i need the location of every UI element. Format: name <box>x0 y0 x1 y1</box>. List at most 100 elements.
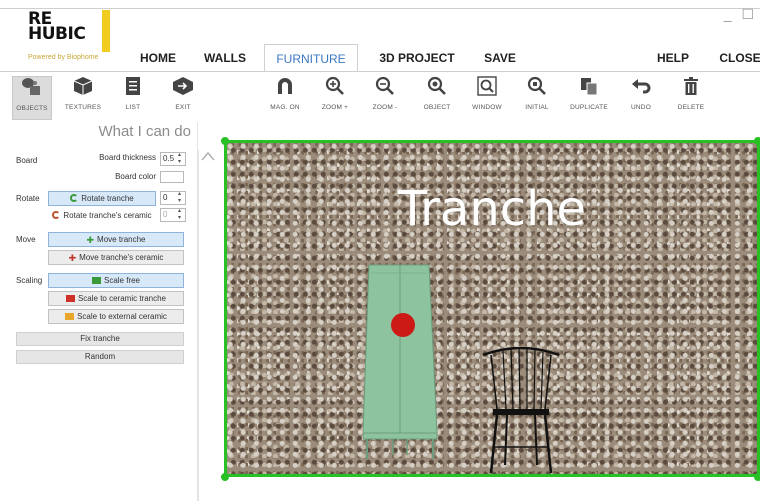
rotate-ceramic-button[interactable]: Rotate tranche's ceramic <box>48 208 156 223</box>
textures-icon <box>60 76 106 104</box>
tool-zoom-window-label: WINDOW <box>472 104 502 111</box>
scale-ceramic-icon <box>65 295 75 302</box>
cabinet-object[interactable] <box>362 263 449 468</box>
tool-zoom-window[interactable]: WINDOW <box>464 76 510 120</box>
tool-duplicate-label: DUPLICATE <box>570 104 608 111</box>
move-icon: ✚ <box>86 235 95 245</box>
marker-icon <box>391 313 415 337</box>
tool-list[interactable]: LIST <box>110 76 156 120</box>
exit-icon <box>160 76 206 104</box>
scale-external-label: Scale to external ceramic <box>77 312 167 321</box>
move-tranche-button[interactable]: ✚ Move tranche <box>48 232 184 247</box>
menu-close[interactable]: CLOSE <box>714 44 760 72</box>
trash-icon <box>668 76 714 104</box>
duplicate-icon <box>566 76 612 104</box>
scale-external-button[interactable]: Scale to external ceramic <box>48 309 184 324</box>
rotate-ceramic-icon <box>52 211 61 219</box>
menu-3d-project[interactable]: 3D PROJECT <box>374 44 460 72</box>
logo-line-2: HUBIC <box>28 24 86 44</box>
fix-tranche-button[interactable]: Fix tranche <box>16 332 184 346</box>
tool-objects-label: OBJECTS <box>16 105 48 112</box>
move-tranche-label: Move tranche <box>97 235 146 244</box>
scroll-up-icon[interactable] <box>201 150 215 164</box>
zoom-object-icon <box>414 76 460 104</box>
list-icon <box>110 76 156 104</box>
rotate-ceramic-label: Rotate tranche's ceramic <box>63 211 152 220</box>
rotate-icon <box>70 194 79 202</box>
scaling-section-label: Scaling <box>16 276 43 285</box>
properties-panel: What I can do Board Board thickness 0.5 … <box>10 122 198 501</box>
tool-textures[interactable]: TEXTURES <box>60 76 106 120</box>
rotate-tranche-button[interactable]: Rotate tranche <box>48 191 156 206</box>
tool-zoom-in-label: ZOOM + <box>321 104 349 111</box>
tool-zoom-in[interactable]: ZOOM + <box>312 76 358 120</box>
menu-save[interactable]: SAVE <box>474 44 526 72</box>
resize-handle-top-right[interactable] <box>754 137 760 145</box>
zoom-window-icon <box>464 76 510 104</box>
tool-exit[interactable]: EXIT <box>160 76 206 120</box>
tool-zoom-initial-label: INITIAL <box>525 104 549 111</box>
undo-icon <box>618 76 664 104</box>
zoom-initial-icon <box>514 76 560 104</box>
tool-undo-label: UNDO <box>631 104 651 111</box>
tool-objects[interactable]: OBJECTS <box>12 76 52 120</box>
scale-external-icon <box>65 313 75 320</box>
scale-free-button[interactable]: Scale free <box>48 273 184 288</box>
menu-help[interactable]: HELP <box>650 44 696 72</box>
board-section-label: Board <box>16 156 38 165</box>
main-menu: HOME WALLS FURNITURE 3D PROJECT SAVE HEL… <box>0 44 760 72</box>
menu-walls[interactable]: WALLS <box>196 44 254 72</box>
zoom-in-icon <box>312 76 358 104</box>
tool-zoom-object-label: OBJECT <box>423 104 451 111</box>
tool-zoom-object[interactable]: OBJECT <box>414 76 460 120</box>
tool-exit-label: EXIT <box>175 104 191 111</box>
rotate-ceramic-stepper[interactable]: 0 <box>160 208 186 222</box>
chair-object[interactable] <box>479 346 563 480</box>
app-window: RE HUBIC Powered by Biophome _ ☐ HOME WA… <box>0 0 760 501</box>
objects-icon <box>13 77 51 105</box>
resize-handle-bottom-right[interactable] <box>754 473 760 481</box>
rotate-tranche-stepper[interactable]: 0 <box>160 191 186 205</box>
tool-magnet-label: MAG. ON <box>270 104 300 111</box>
move-ceramic-button[interactable]: ✚ Move tranche's ceramic <box>48 250 184 265</box>
zoom-out-icon <box>362 76 408 104</box>
design-canvas[interactable]: Tranche <box>224 140 760 477</box>
resize-handle-bottom-left[interactable] <box>221 473 229 481</box>
tool-list-label: LIST <box>125 104 141 111</box>
tool-magnet[interactable]: MAG. ON <box>262 76 308 120</box>
scale-free-label: Scale free <box>103 276 141 285</box>
board-color-picker[interactable] <box>160 171 184 183</box>
window-controls: _ ☐ <box>718 6 754 23</box>
canvas-title: Tranche <box>397 181 587 237</box>
scale-ceramic-label: Scale to ceramic tranche <box>77 294 167 303</box>
scale-ceramic-button[interactable]: Scale to ceramic tranche <box>48 291 184 306</box>
resize-handle-top-left[interactable] <box>221 137 229 145</box>
board-thickness-stepper[interactable]: 0.5 <box>160 152 186 166</box>
menu-home[interactable]: HOME <box>128 44 188 72</box>
move-section-label: Move <box>16 235 36 244</box>
panel-scrollbar[interactable] <box>198 150 216 501</box>
tool-delete[interactable]: DELETE <box>668 76 714 120</box>
logo-wordmark: RE HUBIC <box>28 11 86 44</box>
tool-undo[interactable]: UNDO <box>618 76 664 120</box>
maximize-button[interactable]: ☐ <box>741 6 754 22</box>
move-ceramic-label: Move tranche's ceramic <box>79 253 164 262</box>
board-color-label: Board color <box>115 172 156 181</box>
menu-furniture[interactable]: FURNITURE <box>264 44 358 72</box>
rotate-tranche-label: Rotate tranche <box>81 194 134 203</box>
toolbar: OBJECTS TEXTURES LIST EXIT MAG. ON ZOOM … <box>0 72 760 122</box>
tool-zoom-out-label: ZOOM - <box>372 104 398 111</box>
tool-textures-label: TEXTURES <box>64 104 102 111</box>
rotate-section-label: Rotate <box>16 194 40 203</box>
panel-title: What I can do <box>98 123 191 140</box>
scale-free-icon <box>91 277 101 284</box>
magnet-icon <box>262 76 308 104</box>
tool-zoom-initial[interactable]: INITIAL <box>514 76 560 120</box>
board-thickness-label: Board thickness <box>99 153 156 162</box>
move-ceramic-icon: ✚ <box>68 253 77 263</box>
random-button[interactable]: Random <box>16 350 184 364</box>
tool-zoom-out[interactable]: ZOOM - <box>362 76 408 120</box>
tool-duplicate[interactable]: DUPLICATE <box>566 76 612 120</box>
tool-delete-label: DELETE <box>677 104 705 111</box>
minimize-button[interactable]: _ <box>724 6 732 22</box>
